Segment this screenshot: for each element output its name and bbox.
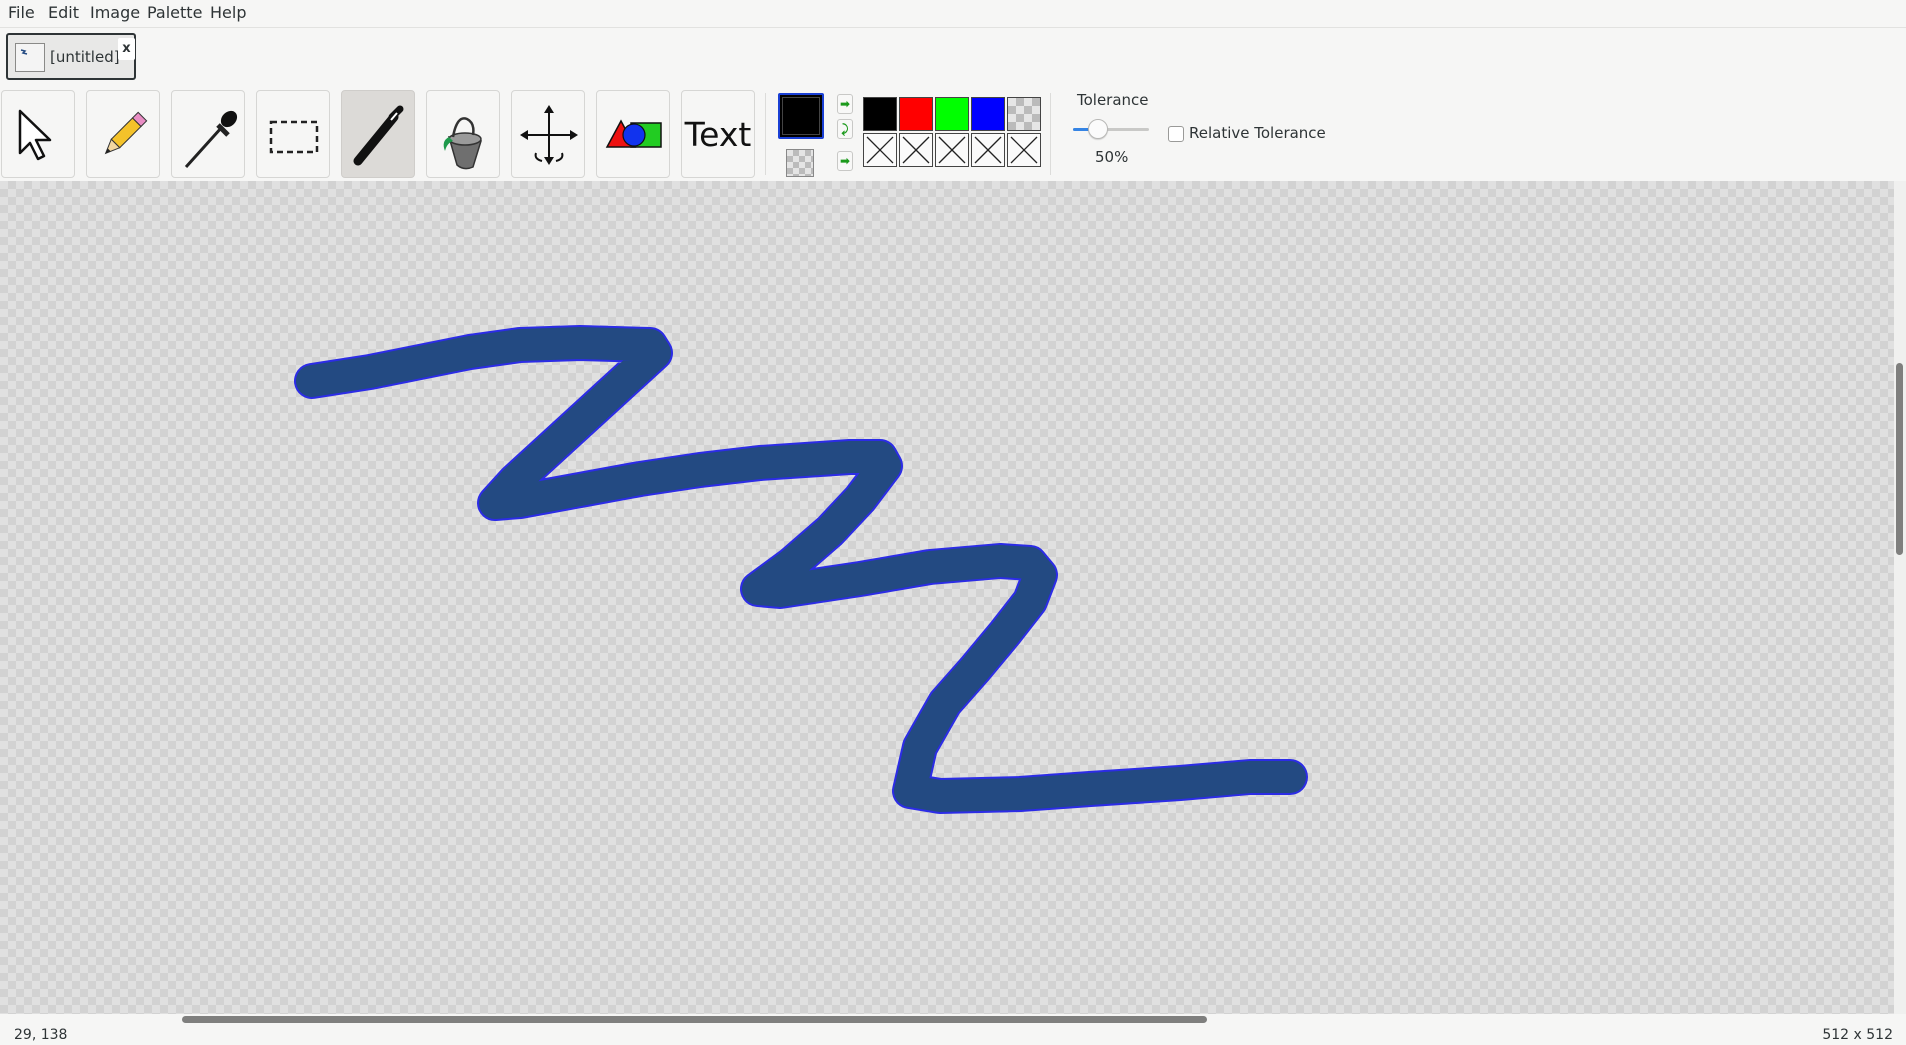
palette-swatch[interactable] (1007, 133, 1041, 167)
menu-bar: File Edit Image Palette Help (0, 0, 1906, 28)
drawing-canvas[interactable] (0, 181, 1894, 1014)
palette-swatch[interactable] (899, 97, 933, 131)
close-tab-button[interactable]: x (118, 38, 135, 60)
menu-palette[interactable]: Palette (147, 3, 202, 23)
color-picker-tool-button[interactable] (171, 90, 245, 178)
document-tabs: [untitled] x (0, 28, 1906, 86)
tolerance-value: 50% (1095, 148, 1129, 166)
relative-tolerance-label: Relative Tolerance (1189, 124, 1326, 142)
menu-file[interactable]: File (8, 3, 35, 23)
palette-swatch[interactable] (935, 133, 969, 167)
move-arrows-icon (520, 105, 578, 165)
fill-bucket-tool-button[interactable] (426, 90, 500, 178)
paint-bucket-icon (443, 117, 482, 170)
toolbar-separator (1050, 93, 1051, 175)
pointer-tool-button[interactable] (1, 90, 75, 178)
pencil-tool-button[interactable] (86, 90, 160, 178)
image-size: 512 x 512 (1822, 1027, 1893, 1043)
primary-color-swatch[interactable] (778, 93, 824, 139)
brush-tool-button[interactable] (341, 90, 415, 178)
vertical-scrollbar-thumb[interactable] (1896, 363, 1903, 555)
selection-rectangle-icon (269, 120, 319, 154)
menu-help[interactable]: Help (210, 3, 246, 23)
horizontal-scrollbar-thumb[interactable] (182, 1016, 1207, 1023)
tolerance-slider-handle[interactable] (1088, 119, 1109, 139)
relative-tolerance-checkbox[interactable] (1168, 126, 1184, 142)
palette-swatch[interactable] (935, 97, 969, 131)
pencil-icon (104, 111, 148, 155)
palette-swatch[interactable] (971, 97, 1005, 131)
palette-swatch[interactable] (863, 97, 897, 131)
painted-stroke (294, 325, 1308, 814)
cursor-position: 29, 138 (14, 1027, 68, 1043)
status-bar: 29, 138 512 x 512 (0, 1025, 1906, 1045)
move-tool-button[interactable] (511, 90, 585, 178)
tolerance-label: Tolerance (1077, 91, 1149, 109)
text-tool-button[interactable]: Text (681, 90, 755, 178)
toolbar-separator (765, 93, 766, 175)
tolerance-slider-track[interactable] (1073, 128, 1149, 131)
menu-edit[interactable]: Edit (48, 3, 79, 23)
shapes-icon (605, 119, 662, 148)
vertical-scrollbar[interactable] (1894, 181, 1906, 1014)
palette-swatch[interactable] (971, 133, 1005, 167)
rectangle-select-tool-button[interactable] (256, 90, 330, 178)
shapes-tool-button[interactable] (596, 90, 670, 178)
document-thumbnail (15, 43, 45, 72)
swap-colors-icon[interactable]: ⤸ (837, 119, 853, 139)
palette-swatch[interactable] (899, 133, 933, 167)
document-title: [untitled] (50, 48, 120, 66)
toolbar: Text ➡ ⤸ ➡ Tolerance 50% Relative Tolera… (0, 87, 1906, 181)
menu-image[interactable]: Image (90, 3, 140, 23)
set-secondary-arrow-icon[interactable]: ➡ (837, 151, 853, 171)
palette-swatch[interactable] (863, 133, 897, 167)
cursor-arrow-icon (18, 109, 52, 161)
brush-icon (353, 105, 404, 166)
palette-swatch[interactable] (1007, 97, 1041, 131)
eyedropper-icon (184, 110, 238, 169)
text-tool-label: Text (684, 115, 752, 154)
secondary-color-swatch[interactable] (786, 149, 814, 177)
document-tab[interactable]: [untitled] x (6, 33, 136, 80)
set-primary-arrow-icon[interactable]: ➡ (837, 94, 853, 114)
